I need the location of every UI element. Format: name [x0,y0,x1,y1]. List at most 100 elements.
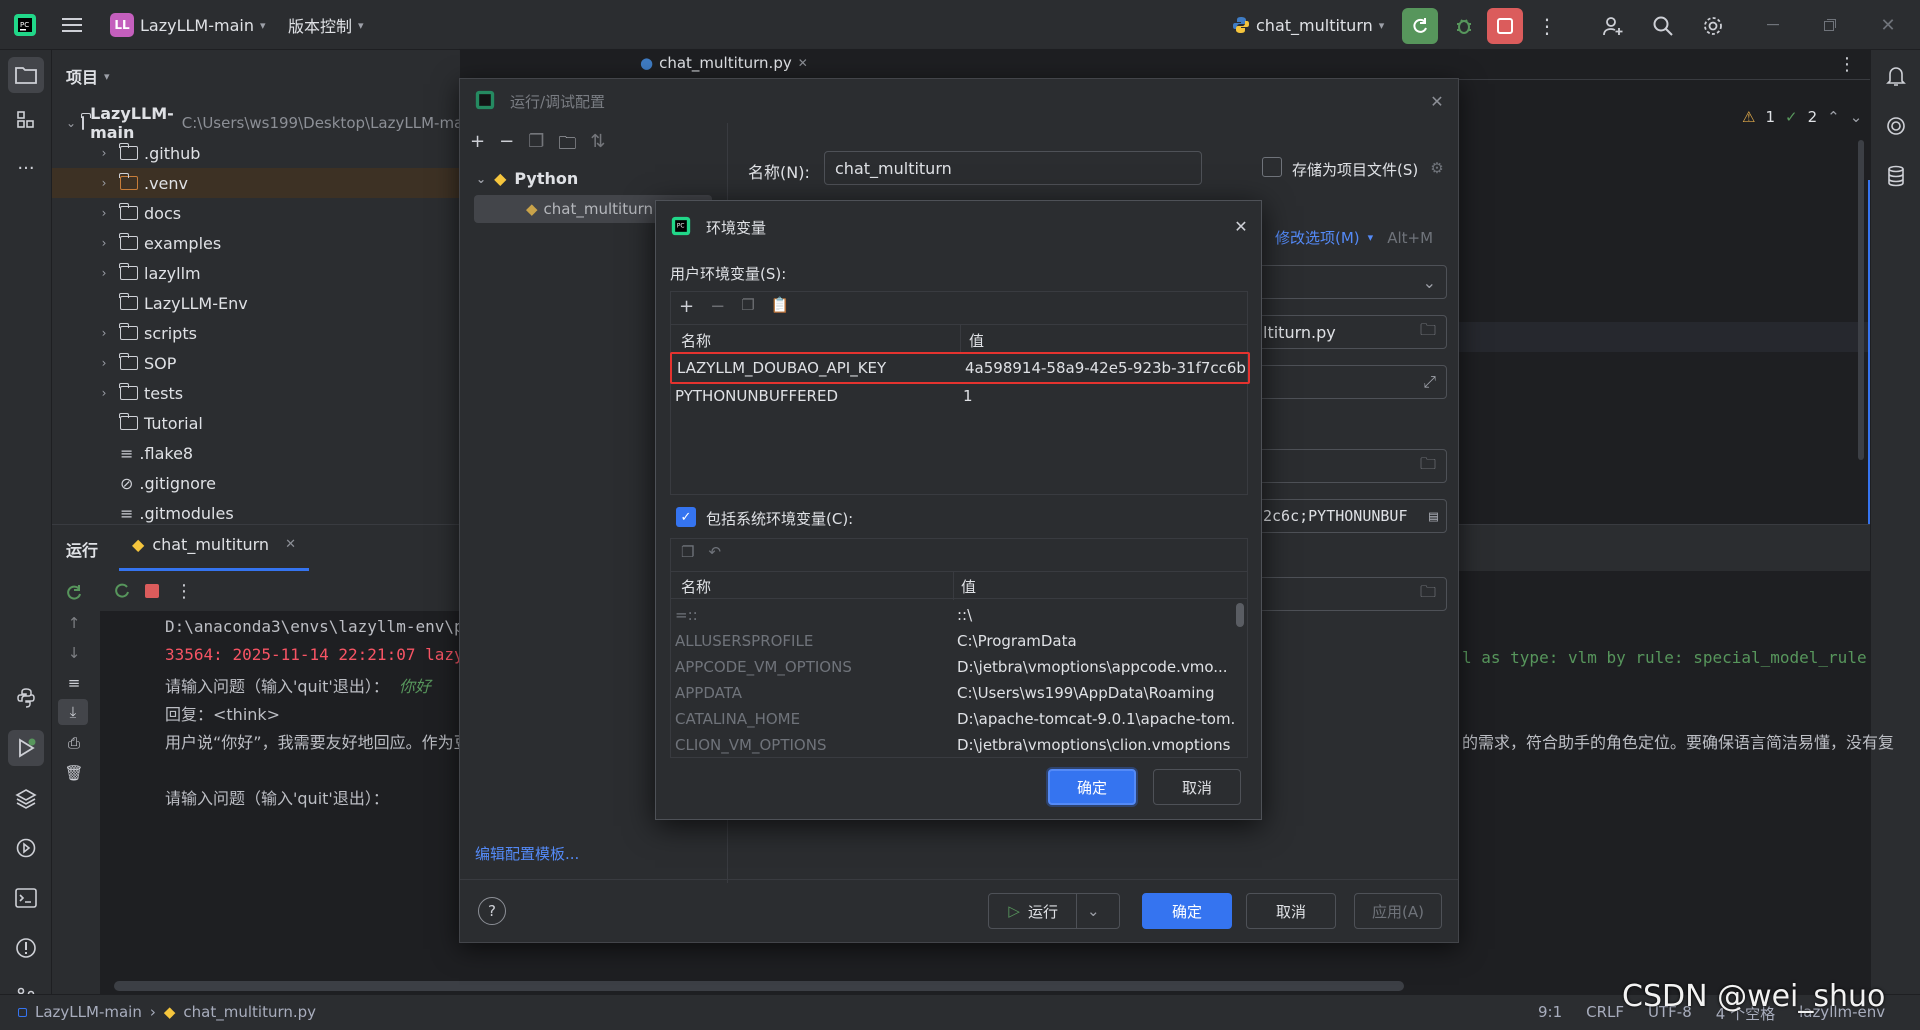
remove-icon[interactable]: − [710,296,725,317]
tree-item[interactable]: › .github [52,138,460,168]
layers-icon[interactable] [8,780,44,816]
folder-icon[interactable]: 🗀 [1420,319,1436,346]
line-separator[interactable]: CRLF [1586,1003,1624,1024]
ok-button[interactable]: 确定 [1142,893,1232,929]
main-menu-icon[interactable] [58,12,86,38]
more-vertical-icon[interactable]: ⋮ [1532,10,1562,42]
table-row[interactable]: ALLUSERSPROFILE C:\ProgramData [671,629,1247,655]
tree-item[interactable]: › lazyllm [52,258,460,288]
modify-options[interactable]: 修改选项(M) ▾ Alt+M [1275,227,1433,248]
store-checkbox[interactable] [1262,157,1282,177]
close-icon[interactable]: ✕ [1230,215,1252,237]
print-icon[interactable]: ⎙ [62,731,86,755]
env-vars-field[interactable]: 2c6c;PYTHONUNBUF ▤ [1252,499,1447,533]
interpreter-select[interactable]: ⌄ [1252,265,1447,299]
close-window-icon[interactable]: ✕ [1870,12,1906,38]
restart-icon[interactable] [110,579,134,603]
caret-position[interactable]: 9:1 [1538,1003,1562,1024]
ai-assistant-icon[interactable] [1878,108,1914,144]
database-icon[interactable] [1878,158,1914,194]
stop-icon[interactable] [140,579,164,603]
copy-icon[interactable]: ❐ [741,296,754,317]
settings-gear-icon[interactable] [1696,9,1730,43]
horizontal-scrollbar[interactable] [114,981,1404,991]
breadcrumb-project[interactable]: LazyLLM-main [35,1003,142,1021]
run-tab[interactable]: ◆ chat_multiturn ✕ [132,535,296,554]
rerun-icon[interactable] [62,581,86,605]
down-arrow-icon[interactable]: ↓ [62,641,86,665]
up-arrow-icon[interactable]: ↑ [62,611,86,635]
add-user-icon[interactable] [1596,9,1630,43]
tree-item[interactable]: › examples [52,228,460,258]
more-horizontal-icon[interactable]: ··· [8,150,44,186]
close-icon[interactable]: ✕ [798,56,808,70]
python-console-icon[interactable] [8,680,44,716]
tree-item[interactable]: ⊘ .gitignore [52,468,460,498]
tree-item[interactable]: › SOP [52,348,460,378]
working-dir-field[interactable]: 🗀 [1252,449,1447,483]
include-system-checkbox[interactable]: ✓ [676,507,696,527]
debug-bug-icon[interactable] [1446,8,1482,44]
more-vertical-icon[interactable]: ⋮ [1835,52,1859,76]
add-icon[interactable]: + [470,131,485,161]
parameters-field[interactable]: ⤢ [1252,365,1447,399]
help-icon[interactable]: ? [478,897,506,925]
terminal-icon[interactable] [8,880,44,916]
tree-item[interactable]: Tutorial [52,408,460,438]
notifications-bell-icon[interactable] [1878,58,1914,94]
name-input[interactable]: chat_multiturn [824,151,1202,185]
table-row[interactable]: APPCODE_VM_OPTIONS D:\jetbra\vmoptions\ap… [671,655,1247,681]
table-scrollbar[interactable] [1236,603,1244,627]
more-vertical-icon[interactable]: ⋮ [172,579,196,603]
trash-icon[interactable]: 🗑 [62,761,86,785]
project-switcher[interactable]: LL LazyLLM-main ▾ [110,9,266,41]
structure-icon[interactable] [8,102,44,138]
env-ok-button[interactable]: 确定 [1048,769,1136,805]
search-icon[interactable] [1646,9,1680,43]
table-row[interactable]: PYTHONUNBUFFERED 1 [671,384,1247,410]
soft-wrap-icon[interactable]: ≡ [62,671,86,695]
editor-tab[interactable]: ● chat_multiturn.py ✕ [640,54,808,72]
breadcrumb-file[interactable]: chat_multiturn.py [183,1003,316,1021]
edit-env-icon[interactable]: ▤ [1429,507,1438,525]
env-cancel-button[interactable]: 取消 [1153,769,1241,805]
tree-item[interactable]: › scripts [52,318,460,348]
add-icon[interactable]: + [679,296,694,317]
copy-icon[interactable]: ❐ [528,131,544,161]
folder-add-icon[interactable]: 🗀 [558,131,576,161]
tree-group-python[interactable]: ⌄ ◆ Python [476,169,578,188]
tree-root[interactable]: ⌄ LazyLLM-main C:\Users\ws199\Desktop\La… [52,104,477,142]
tree-item[interactable]: › docs [52,198,460,228]
restore-window-icon[interactable] [1812,12,1848,38]
chevron-down-icon[interactable]: ⌄ [1075,894,1100,928]
folder-icon[interactable]: 🗀 [1420,453,1436,480]
stop-button[interactable] [1487,8,1523,44]
run-button[interactable]: ▷ 运行 ⌄ [988,893,1120,929]
remove-icon[interactable]: − [499,131,514,161]
cancel-button[interactable]: 取消 [1246,893,1336,929]
expand-icon[interactable]: ⤢ [1423,372,1436,392]
apply-button[interactable]: 应用(A) [1354,893,1442,929]
table-row[interactable]: =::::\ [671,603,1247,629]
table-row[interactable]: CLION_VM_OPTIONS D:\jetbra\vmoptions\clio… [671,733,1247,757]
paste-icon[interactable]: 📋 [771,296,790,317]
minimize-window-icon[interactable] [1755,12,1791,38]
sort-icon[interactable]: ⇅ [590,131,605,161]
run-config-selector[interactable]: chat_multiturn ▾ [1232,9,1384,41]
chevron-up-icon[interactable]: ⌃ [1827,108,1840,126]
scroll-to-end-icon[interactable]: ⤓ [58,699,88,725]
folder-icon[interactable]: 🗀 [1420,581,1436,608]
edit-templates-link[interactable]: 编辑配置模板... [475,843,579,864]
close-icon[interactable]: ✕ [285,537,296,552]
script-path-field[interactable]: ltiturn.py 🗀 [1252,315,1447,349]
table-row[interactable]: CATALINA_HOME D:\apache-tomcat-9.0.1\apac… [671,707,1247,733]
project-folder-icon[interactable] [8,57,44,93]
table-row[interactable]: APPDATA C:\Users\ws199\AppData\Roaming [671,681,1247,707]
vcs-menu[interactable]: 版本控制 ▾ [288,9,364,41]
inspection-widget[interactable]: ⚠ 1 ✓ 2 ⌃ ⌄ [1742,108,1862,126]
tree-item[interactable]: › tests [52,378,460,408]
rerun-button[interactable] [1402,8,1438,44]
tree-item[interactable]: LazyLLM-Env [52,288,460,318]
pycharm-logo-icon[interactable]: PC [10,10,40,40]
chevron-down-icon[interactable]: ⌄ [1850,108,1863,126]
